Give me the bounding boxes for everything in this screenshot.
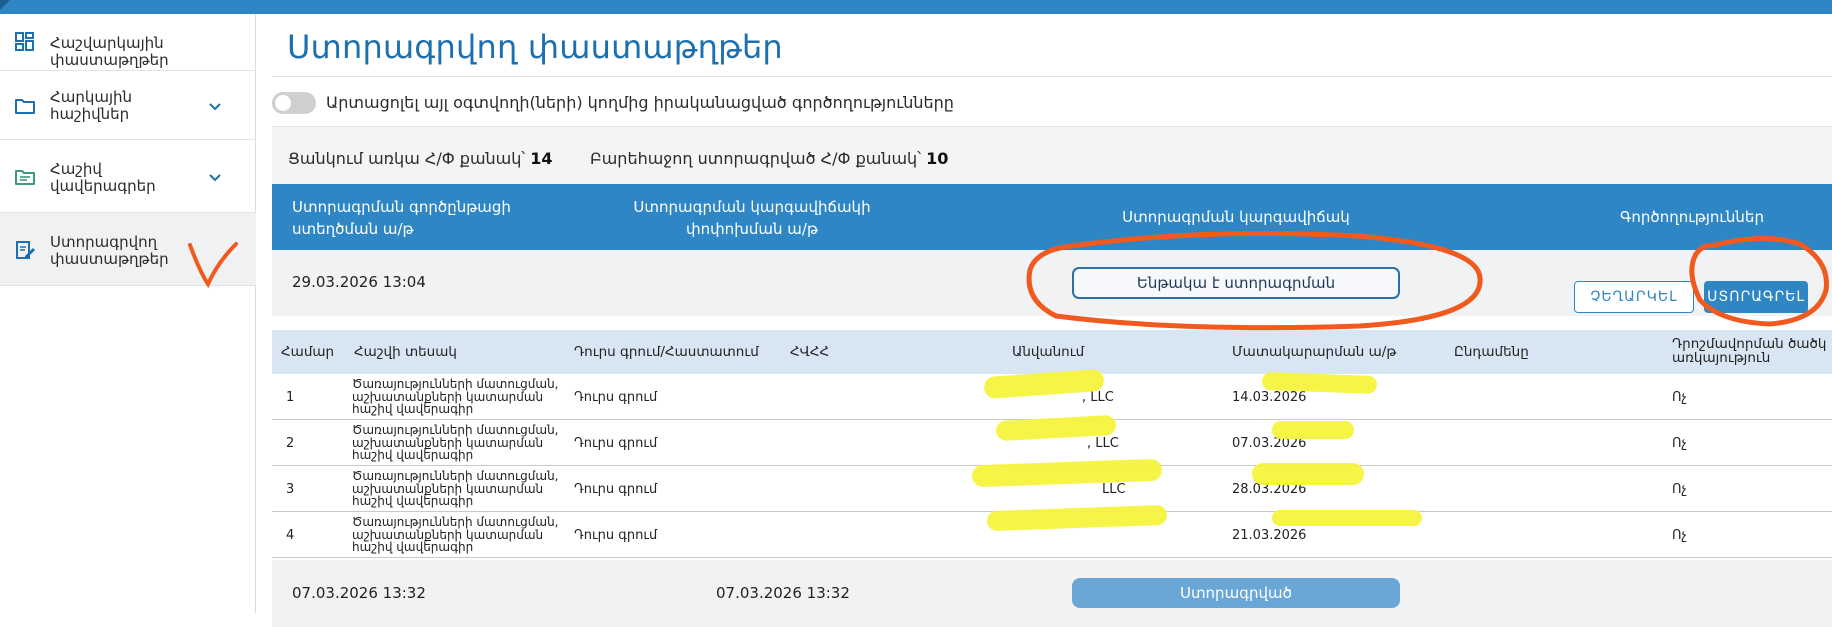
sign-button-circle-annotation [1689,236,1829,327]
checkmark-annotation [188,242,238,289]
annotation-overlay [188,231,1829,331]
status-circle-annotation [1026,231,1483,331]
